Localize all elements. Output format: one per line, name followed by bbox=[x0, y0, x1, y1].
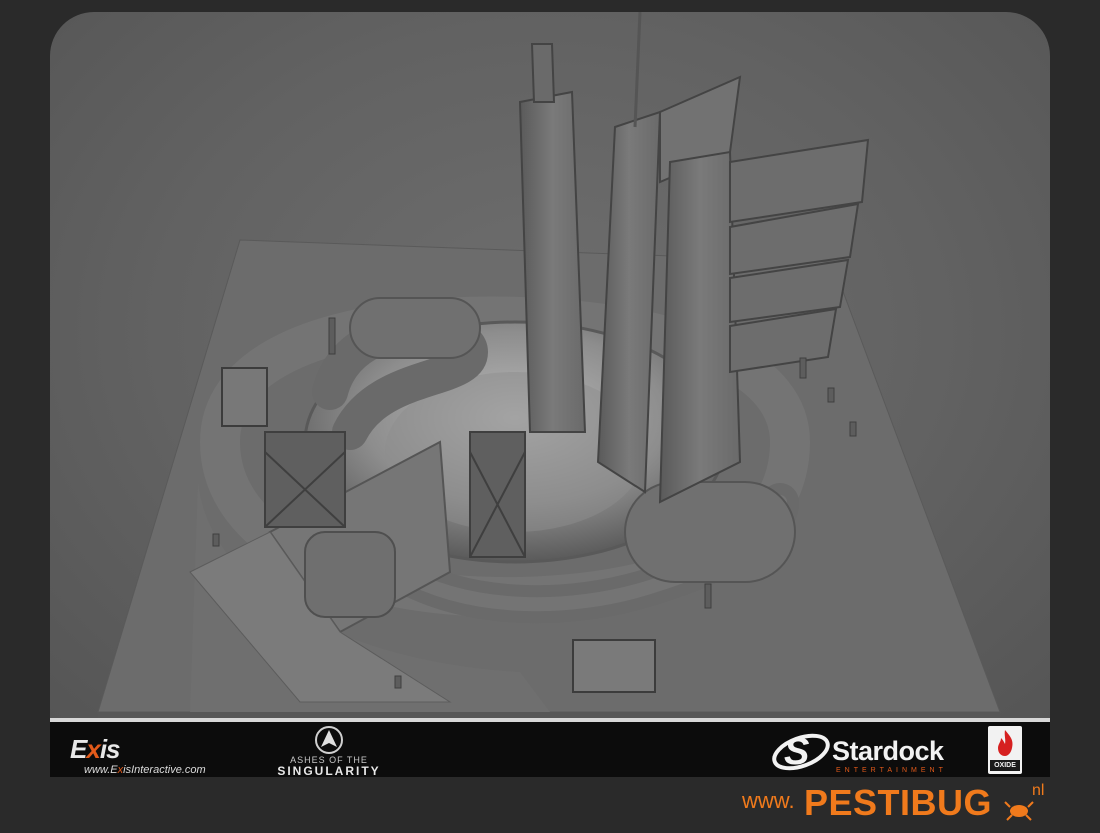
building-render bbox=[97, 12, 1001, 720]
container-bottom bbox=[572, 639, 656, 693]
oxide-flame-icon bbox=[998, 730, 1013, 756]
watermark-brand: PESTIBUG bbox=[804, 782, 993, 823]
ashes-emblem-icon bbox=[315, 726, 343, 754]
oxide-logo: OXIDE bbox=[988, 726, 1022, 774]
pestibug-watermark: www. PESTIBUG nl bbox=[742, 782, 1062, 828]
stardock-name: Stardock bbox=[832, 736, 944, 766]
tower-left bbox=[518, 43, 587, 433]
generator bbox=[304, 531, 396, 618]
exis-url: www.ExisInteractive.com bbox=[84, 764, 206, 776]
oxide-label: OXIDE bbox=[990, 760, 1020, 771]
render-panel bbox=[50, 12, 1050, 720]
stardock-sub: ENTERTAINMENT bbox=[836, 767, 947, 774]
bug-icon bbox=[1004, 801, 1034, 821]
stardock-logo: S Stardock ENTERTAINMENT bbox=[770, 726, 970, 776]
capsule-left bbox=[349, 297, 481, 359]
svg-text:S: S bbox=[784, 731, 809, 773]
ashes-logo: ASHES OF THE SINGULARITY bbox=[264, 725, 394, 778]
scaffold-left bbox=[264, 431, 346, 528]
ashes-line2: SINGULARITY bbox=[277, 764, 381, 778]
watermark-www: www. bbox=[742, 788, 795, 813]
container-left bbox=[221, 367, 268, 427]
scaffold-right bbox=[469, 431, 526, 558]
stardock-swoosh-icon: S bbox=[772, 731, 830, 773]
exis-logo: Exis bbox=[70, 734, 120, 764]
footer-bar: Exis www.ExisInteractive.com ASHES OF TH… bbox=[50, 722, 1050, 778]
capsule-right bbox=[624, 481, 796, 583]
